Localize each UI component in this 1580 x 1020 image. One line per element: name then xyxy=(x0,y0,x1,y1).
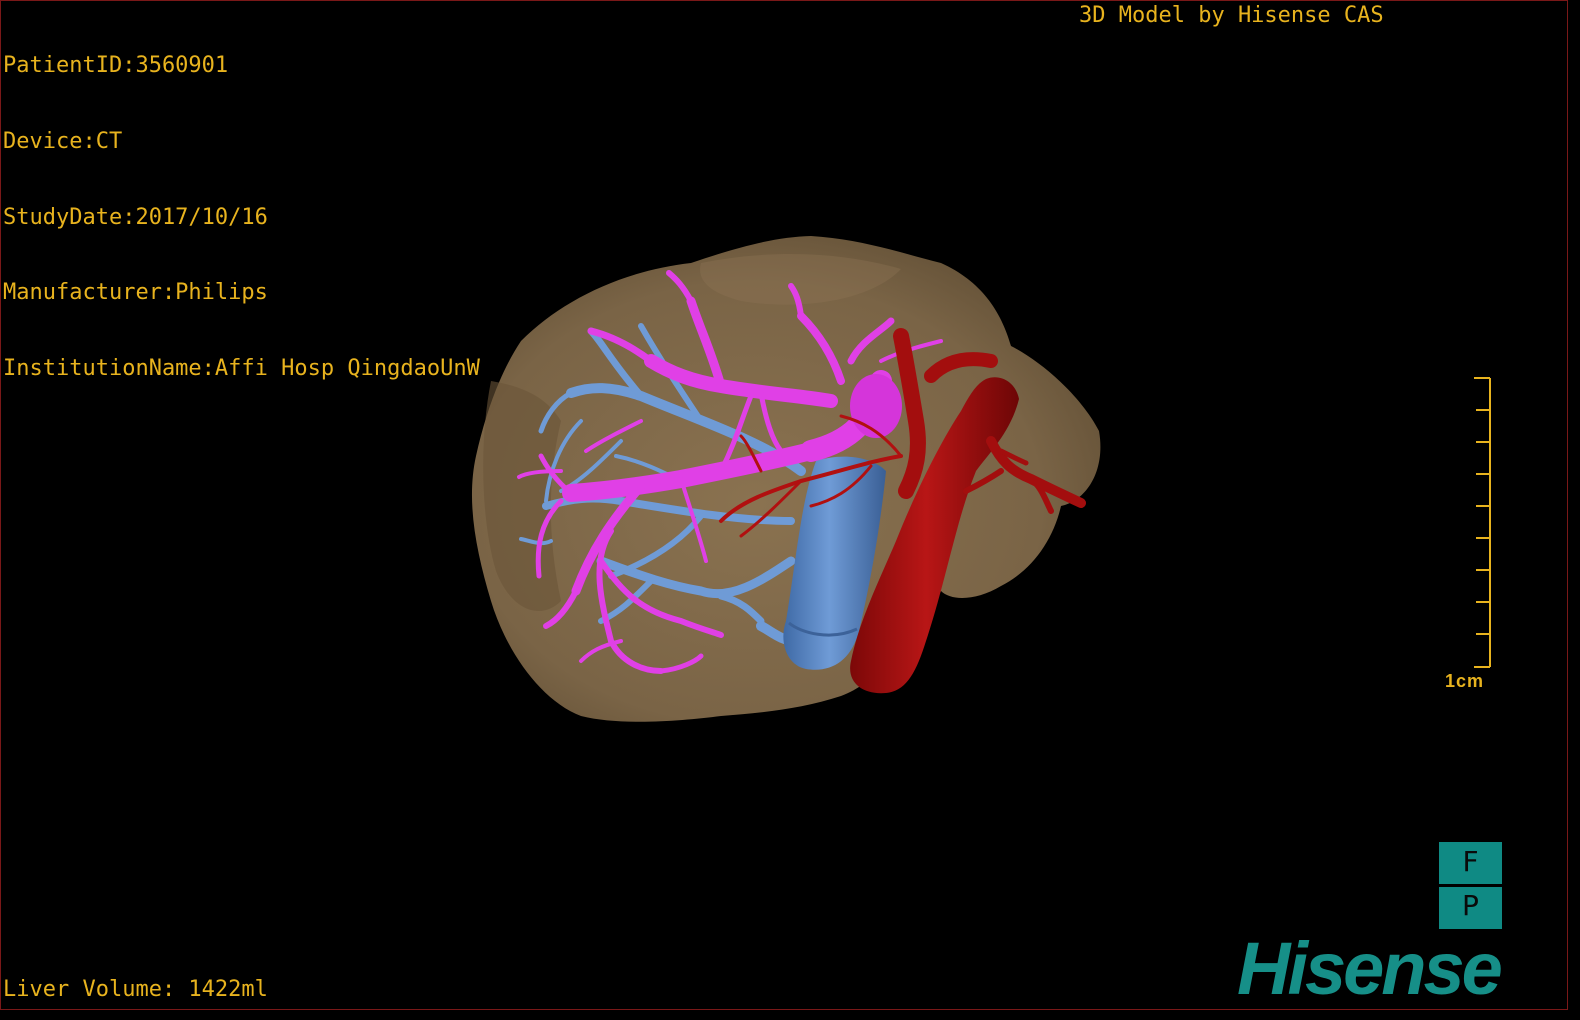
portal-vein-confluence xyxy=(850,374,902,438)
liver-3d-model[interactable] xyxy=(1,1,1568,1010)
orientation-front-marker[interactable]: F xyxy=(1439,842,1502,884)
scale-bar-label: 1cm xyxy=(1445,671,1485,691)
scale-bar xyxy=(1474,377,1491,668)
orientation-posterior-marker[interactable]: P xyxy=(1439,887,1502,929)
hisense-logo: Hisense xyxy=(1237,927,1503,1010)
liver-volume-text: Liver Volume: 1422ml xyxy=(3,977,268,1002)
3d-viewport[interactable]: PatientID:3560901 Device:CT StudyDate:20… xyxy=(0,0,1568,1010)
